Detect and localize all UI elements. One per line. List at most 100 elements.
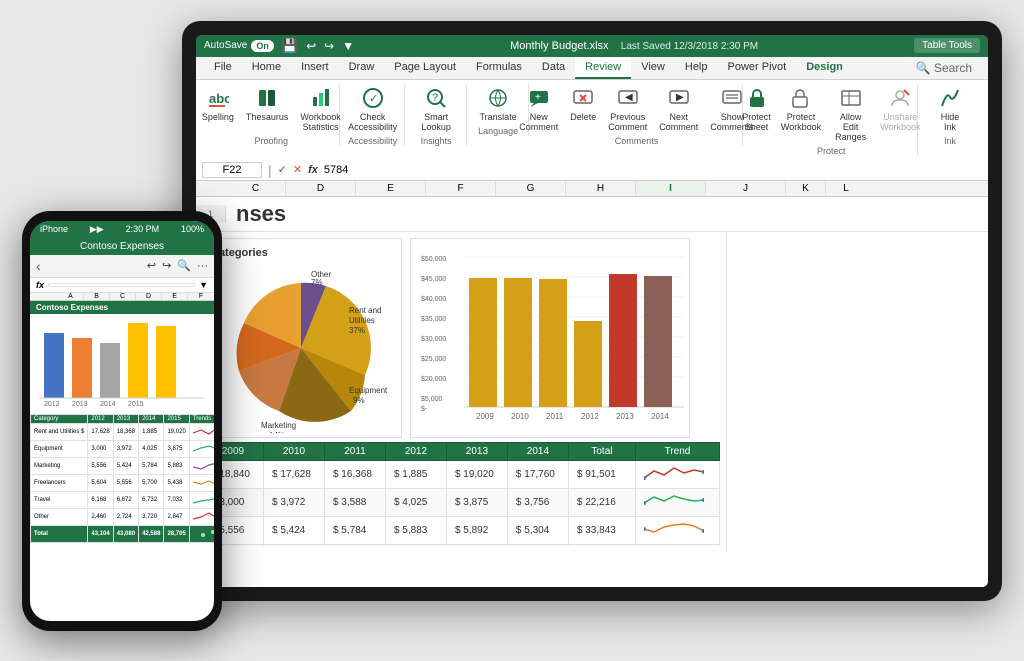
svg-text:2014: 2014 bbox=[651, 412, 669, 421]
phone-file-title: Contoso Expenses bbox=[80, 241, 164, 252]
undo-icon[interactable]: ↩ bbox=[306, 39, 316, 53]
smart-lookup-button[interactable]: ? SmartLookup bbox=[417, 84, 455, 134]
thesaurus-label: Thesaurus bbox=[246, 112, 289, 122]
svg-text:+: + bbox=[535, 92, 541, 103]
svg-text:2013: 2013 bbox=[616, 412, 634, 421]
protect-workbook-button[interactable]: ProtectWorkbook bbox=[778, 84, 824, 134]
cell-reference-input[interactable]: F22 bbox=[202, 162, 262, 178]
quick-access-icon[interactable]: ▼ bbox=[342, 39, 354, 53]
search-icon[interactable]: 🔍 Search bbox=[908, 61, 980, 75]
previous-comment-icon: ◀ bbox=[616, 86, 640, 110]
tab-formulas[interactable]: Formulas bbox=[466, 57, 532, 79]
sheet-title: nses bbox=[226, 197, 296, 231]
phone-col-f: F bbox=[188, 293, 214, 300]
tab-power-pivot[interactable]: Power Pivot bbox=[718, 57, 797, 79]
translate-label: Translate bbox=[480, 112, 517, 122]
check-accessibility-button[interactable]: ✓ CheckAccessibility bbox=[344, 84, 401, 134]
next-comment-label: NextComment bbox=[659, 112, 698, 132]
function-icon: fx bbox=[308, 164, 318, 176]
ink-buttons: HideInk bbox=[934, 84, 966, 134]
phone-carrier: iPhone bbox=[40, 224, 68, 234]
phone-col-headers: A B C D E F bbox=[30, 293, 214, 301]
th-2010: 2010 bbox=[263, 442, 324, 460]
bar-chart: $50,000 $45,000 $40,000 $35,000 $30,000 … bbox=[410, 238, 690, 438]
svg-text:2012: 2012 bbox=[581, 412, 599, 421]
proofing-group: abc Spelling Thesaurus bbox=[204, 84, 340, 146]
comments-buttons: + NewComment Delete ◀ bbox=[515, 84, 758, 134]
translate-icon bbox=[486, 86, 510, 110]
col-header-l: L bbox=[826, 181, 866, 196]
phone-undo-icon[interactable]: ↩ bbox=[147, 259, 156, 272]
next-comment-button[interactable]: ▶ NextComment bbox=[655, 84, 702, 134]
svg-text:2012: 2012 bbox=[44, 401, 60, 408]
hide-ink-button[interactable]: HideInk bbox=[934, 84, 966, 134]
svg-text:Utilities: Utilities bbox=[349, 316, 375, 325]
svg-text:2013: 2013 bbox=[72, 401, 88, 408]
phone-col-d: D bbox=[136, 293, 162, 300]
ribbon-content: abc Spelling Thesaurus bbox=[196, 80, 988, 160]
tab-bar: File Home Insert Draw Page Layout Formul… bbox=[196, 57, 988, 80]
svg-text:2014: 2014 bbox=[100, 401, 116, 408]
col-header-c: C bbox=[226, 181, 286, 196]
workbook-stats-button[interactable]: WorkbookStatistics bbox=[296, 84, 344, 134]
spelling-button[interactable]: abc Spelling bbox=[198, 84, 238, 124]
tab-help[interactable]: Help bbox=[675, 57, 718, 79]
protect-group: ProtectSheet ProtectWorkbook bbox=[745, 84, 918, 156]
tab-draw[interactable]: Draw bbox=[339, 57, 385, 79]
ink-group: HideInk Ink bbox=[920, 84, 980, 146]
comments-label: Comments bbox=[615, 136, 659, 146]
svg-text:$40,000: $40,000 bbox=[421, 296, 446, 303]
bar-2011 bbox=[539, 279, 567, 407]
autosave-toggle[interactable]: On bbox=[251, 40, 274, 52]
formula-input[interactable]: 5784 bbox=[324, 164, 982, 176]
thesaurus-button[interactable]: Thesaurus bbox=[242, 84, 293, 124]
tab-design[interactable]: Design bbox=[796, 57, 853, 79]
tab-view[interactable]: View bbox=[631, 57, 675, 79]
phone-formula-value[interactable] bbox=[48, 283, 195, 287]
hide-ink-icon bbox=[938, 86, 962, 110]
phone-formula-chevron[interactable]: ▼ bbox=[199, 280, 208, 290]
new-comment-button[interactable]: + NewComment bbox=[515, 84, 562, 134]
svg-text:Rent and: Rent and bbox=[349, 306, 381, 315]
title-bar: AutoSave On 💾 ↩ ↪ ▼ Monthly Budget.xlsx … bbox=[196, 35, 988, 57]
bar-chart-svg: $50,000 $45,000 $40,000 $35,000 $30,000 … bbox=[419, 247, 689, 432]
th-total: Total bbox=[568, 442, 635, 460]
phone-bar-chart: 2012 2013 2014 2015 bbox=[34, 318, 209, 408]
svg-text:37%: 37% bbox=[349, 326, 365, 335]
phone-fx-label: fx bbox=[36, 280, 44, 290]
tab-data[interactable]: Data bbox=[532, 57, 575, 79]
table-tools-label: Table Tools bbox=[914, 38, 980, 53]
phone-row-total: Total43,10443,08042,58828,705 bbox=[31, 525, 215, 542]
pie-chart-svg: Other 7% Rent and Utilities 37% Equipmen… bbox=[211, 263, 391, 433]
scene: AutoSave On 💾 ↩ ↪ ▼ Monthly Budget.xlsx … bbox=[22, 21, 1002, 641]
previous-comment-button[interactable]: ◀ PreviousComment bbox=[604, 84, 651, 134]
proofing-label: Proofing bbox=[255, 136, 289, 146]
phone-redo-icon[interactable]: ↪ bbox=[162, 259, 171, 272]
phone-back-button[interactable]: ‹ bbox=[36, 258, 41, 274]
translate-button[interactable]: Translate bbox=[476, 84, 521, 124]
tab-file[interactable]: File bbox=[204, 57, 242, 79]
bar-2009 bbox=[469, 278, 497, 407]
allow-edit-ranges-button[interactable]: Allow EditRanges bbox=[828, 84, 873, 144]
col-header-j: J bbox=[706, 181, 786, 196]
redo-icon[interactable]: ↪ bbox=[324, 39, 334, 53]
protect-buttons: ProtectSheet ProtectWorkbook bbox=[739, 84, 923, 144]
protect-sheet-button[interactable]: ProtectSheet bbox=[739, 84, 774, 134]
svg-text:2015: 2015 bbox=[128, 401, 144, 408]
tab-insert[interactable]: Insert bbox=[291, 57, 339, 79]
svg-text:$45,000: $45,000 bbox=[421, 276, 446, 283]
phone-more-icon[interactable]: ··· bbox=[197, 260, 208, 272]
delete-comment-button[interactable]: Delete bbox=[566, 84, 600, 124]
phone-formula-bar: fx ▼ bbox=[30, 278, 214, 293]
phone-search-icon[interactable]: 🔍 bbox=[177, 259, 191, 272]
tab-home[interactable]: Home bbox=[242, 57, 291, 79]
accessibility-label: Accessibility bbox=[348, 136, 397, 146]
save-icon[interactable]: 💾 bbox=[282, 38, 298, 54]
svg-text:2009: 2009 bbox=[476, 412, 494, 421]
workbook-stats-icon bbox=[309, 86, 333, 110]
unshare-workbook-button[interactable]: UnshareWorkbook bbox=[877, 84, 923, 134]
tab-review[interactable]: Review bbox=[575, 57, 631, 79]
phone-row-freelancers: Freelancers5,6045,5565,7005,438 bbox=[31, 474, 215, 491]
svg-text:✓: ✓ bbox=[369, 93, 378, 105]
tab-page-layout[interactable]: Page Layout bbox=[384, 57, 466, 79]
